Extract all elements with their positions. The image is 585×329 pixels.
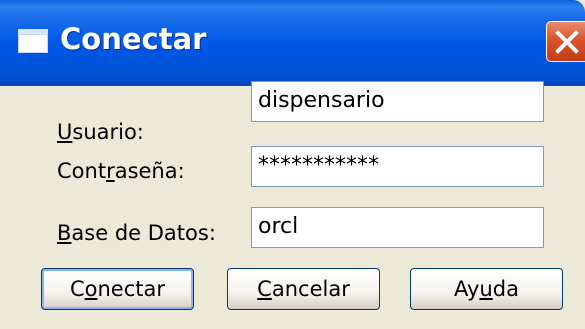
connect-dialog: Conectar Usuario: dispensario Contraseña… xyxy=(0,0,585,329)
close-button[interactable] xyxy=(546,21,585,62)
base-datos-label: Base de Datos: xyxy=(57,221,216,245)
base-datos-input[interactable]: orcl xyxy=(251,207,544,248)
close-icon xyxy=(555,30,579,54)
cancelar-button[interactable]: Cancelar xyxy=(227,268,380,310)
conectar-button[interactable]: Conectar xyxy=(41,268,194,310)
usuario-label: Usuario: xyxy=(57,120,144,144)
usuario-input[interactable]: dispensario xyxy=(251,81,544,122)
dialog-title: Conectar xyxy=(60,22,207,56)
window-icon xyxy=(18,29,48,53)
title-bar[interactable]: Conectar xyxy=(0,0,585,86)
ayuda-button[interactable]: Ayuda xyxy=(410,268,563,310)
contrasena-input[interactable]: *********** xyxy=(251,146,544,187)
contrasena-label: Contraseña: xyxy=(57,159,185,183)
